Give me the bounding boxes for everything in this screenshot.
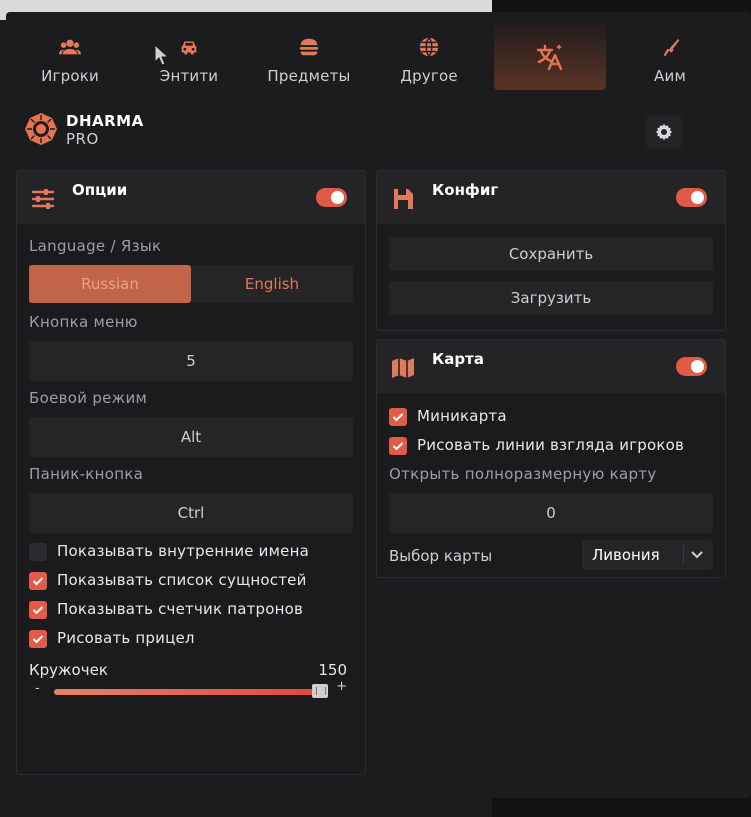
menu-key-label: Кнопка меню <box>29 313 138 331</box>
checkbox-row-sight-lines: Рисовать линии взгляда игроков <box>389 436 713 457</box>
chevron-down-icon <box>691 551 703 559</box>
check-icon <box>32 577 44 586</box>
brand-edition: PRO <box>66 130 99 148</box>
checkbox-label: Рисовать линии взгляда игроков <box>417 436 685 454</box>
circle-slider-label: Кружочек <box>29 661 108 679</box>
checkbox-label: Миникарта <box>417 407 507 425</box>
tab-bar: Игроки Энтити Предметы Другое Аим <box>6 12 751 92</box>
tab-entities[interactable]: Энтити <box>133 20 245 90</box>
fullmap-key-label: Открыть полноразмерную карту <box>389 465 657 483</box>
cheat-menu-window: Игроки Энтити Предметы Другое Аим DHARMA… <box>6 12 751 798</box>
internal-names-checkbox[interactable] <box>29 543 47 561</box>
checkbox-label: Показывать список сущностей <box>57 571 307 589</box>
circle-slider-track[interactable] <box>54 689 322 695</box>
load-config-button[interactable]: Загрузить <box>389 281 713 315</box>
config-toggle[interactable] <box>676 188 707 207</box>
checkbox-row-crosshair: Рисовать прицел <box>29 629 353 650</box>
checkbox-row-entity-list: Показывать список сущностей <box>29 571 353 592</box>
tab-other[interactable]: Другое <box>373 20 485 90</box>
tab-label: Аим <box>654 67 686 85</box>
tab-items[interactable]: Предметы <box>253 20 365 90</box>
circle-slider-value: 150 <box>318 661 347 679</box>
panic-key-field[interactable]: Ctrl <box>29 493 353 533</box>
gear-icon <box>655 123 673 141</box>
map-select-dropdown[interactable]: Ливония <box>582 540 713 570</box>
check-icon <box>392 442 404 451</box>
car-icon <box>181 41 197 55</box>
config-panel: Конфиг Сохранить Загрузить <box>376 170 726 331</box>
options-title: Опции <box>72 181 128 199</box>
floppy-disk-icon <box>394 189 413 209</box>
language-russian-button[interactable]: Russian <box>29 265 191 303</box>
combat-mode-field[interactable]: Alt <box>29 417 353 457</box>
mouse-cursor-icon <box>154 44 168 66</box>
map-title: Карта <box>432 350 484 368</box>
checkbox-row-ammo-counter: Показывать счетчик патронов <box>29 600 353 621</box>
checkbox-label: Показывать счетчик патронов <box>57 600 304 618</box>
tab-players[interactable]: Игроки <box>14 20 126 90</box>
circle-slider-thumb[interactable] <box>312 684 328 698</box>
players-icon <box>59 39 81 55</box>
gun-icon <box>663 38 680 57</box>
tab-label: Другое <box>400 67 458 85</box>
fullmap-key-field[interactable]: 0 <box>389 493 713 533</box>
options-header: Опции <box>17 171 365 224</box>
crosshair-checkbox[interactable] <box>29 630 47 648</box>
combat-mode-label: Боевой режим <box>29 389 148 407</box>
sight-lines-checkbox[interactable] <box>389 437 407 455</box>
language-english-button[interactable]: English <box>191 265 353 303</box>
save-config-button[interactable]: Сохранить <box>389 237 713 271</box>
map-toggle[interactable] <box>676 357 707 376</box>
check-icon <box>392 413 404 422</box>
settings-button[interactable] <box>646 116 682 148</box>
map-panel: Карта Миникарта Рисовать линии взгляда и… <box>376 339 726 578</box>
config-header: Конфиг <box>377 171 725 224</box>
tab-language[interactable] <box>494 20 606 90</box>
check-icon <box>32 635 44 644</box>
map-icon <box>392 358 414 378</box>
burger-icon <box>299 38 319 56</box>
brand-name: DHARMA <box>66 112 144 130</box>
globe-icon <box>419 37 439 57</box>
panic-key-label: Паник-кнопка <box>29 465 144 483</box>
checkbox-row-internal-names: Показывать внутренние имена <box>29 542 353 563</box>
dharma-logo-icon <box>25 113 57 145</box>
tab-label: Игроки <box>41 67 99 85</box>
options-toggle[interactable] <box>316 188 347 207</box>
map-select-value: Ливония <box>592 546 660 564</box>
translate-icon <box>536 44 563 71</box>
config-title: Конфиг <box>432 181 499 199</box>
map-select-label: Выбор карты <box>389 547 493 565</box>
tab-label: Энтити <box>159 67 219 85</box>
language-label: Language / Язык <box>29 237 162 255</box>
entity-list-checkbox[interactable] <box>29 572 47 590</box>
checkbox-label: Показывать внутренние имена <box>57 542 309 560</box>
check-icon <box>32 606 44 615</box>
checkbox-row-minimap: Миникарта <box>389 407 713 428</box>
minimap-checkbox[interactable] <box>389 408 407 426</box>
tab-aim[interactable]: Аим <box>614 20 726 90</box>
slider-decrease-label[interactable]: - <box>35 681 40 696</box>
ammo-counter-checkbox[interactable] <box>29 601 47 619</box>
slider-increase-label[interactable]: + <box>336 679 347 694</box>
checkbox-label: Рисовать прицел <box>57 629 195 647</box>
map-header: Карта <box>377 340 725 393</box>
dropdown-divider <box>683 545 684 565</box>
tab-label: Предметы <box>267 67 351 85</box>
menu-key-field[interactable]: 5 <box>29 341 353 381</box>
sliders-icon <box>31 189 55 209</box>
